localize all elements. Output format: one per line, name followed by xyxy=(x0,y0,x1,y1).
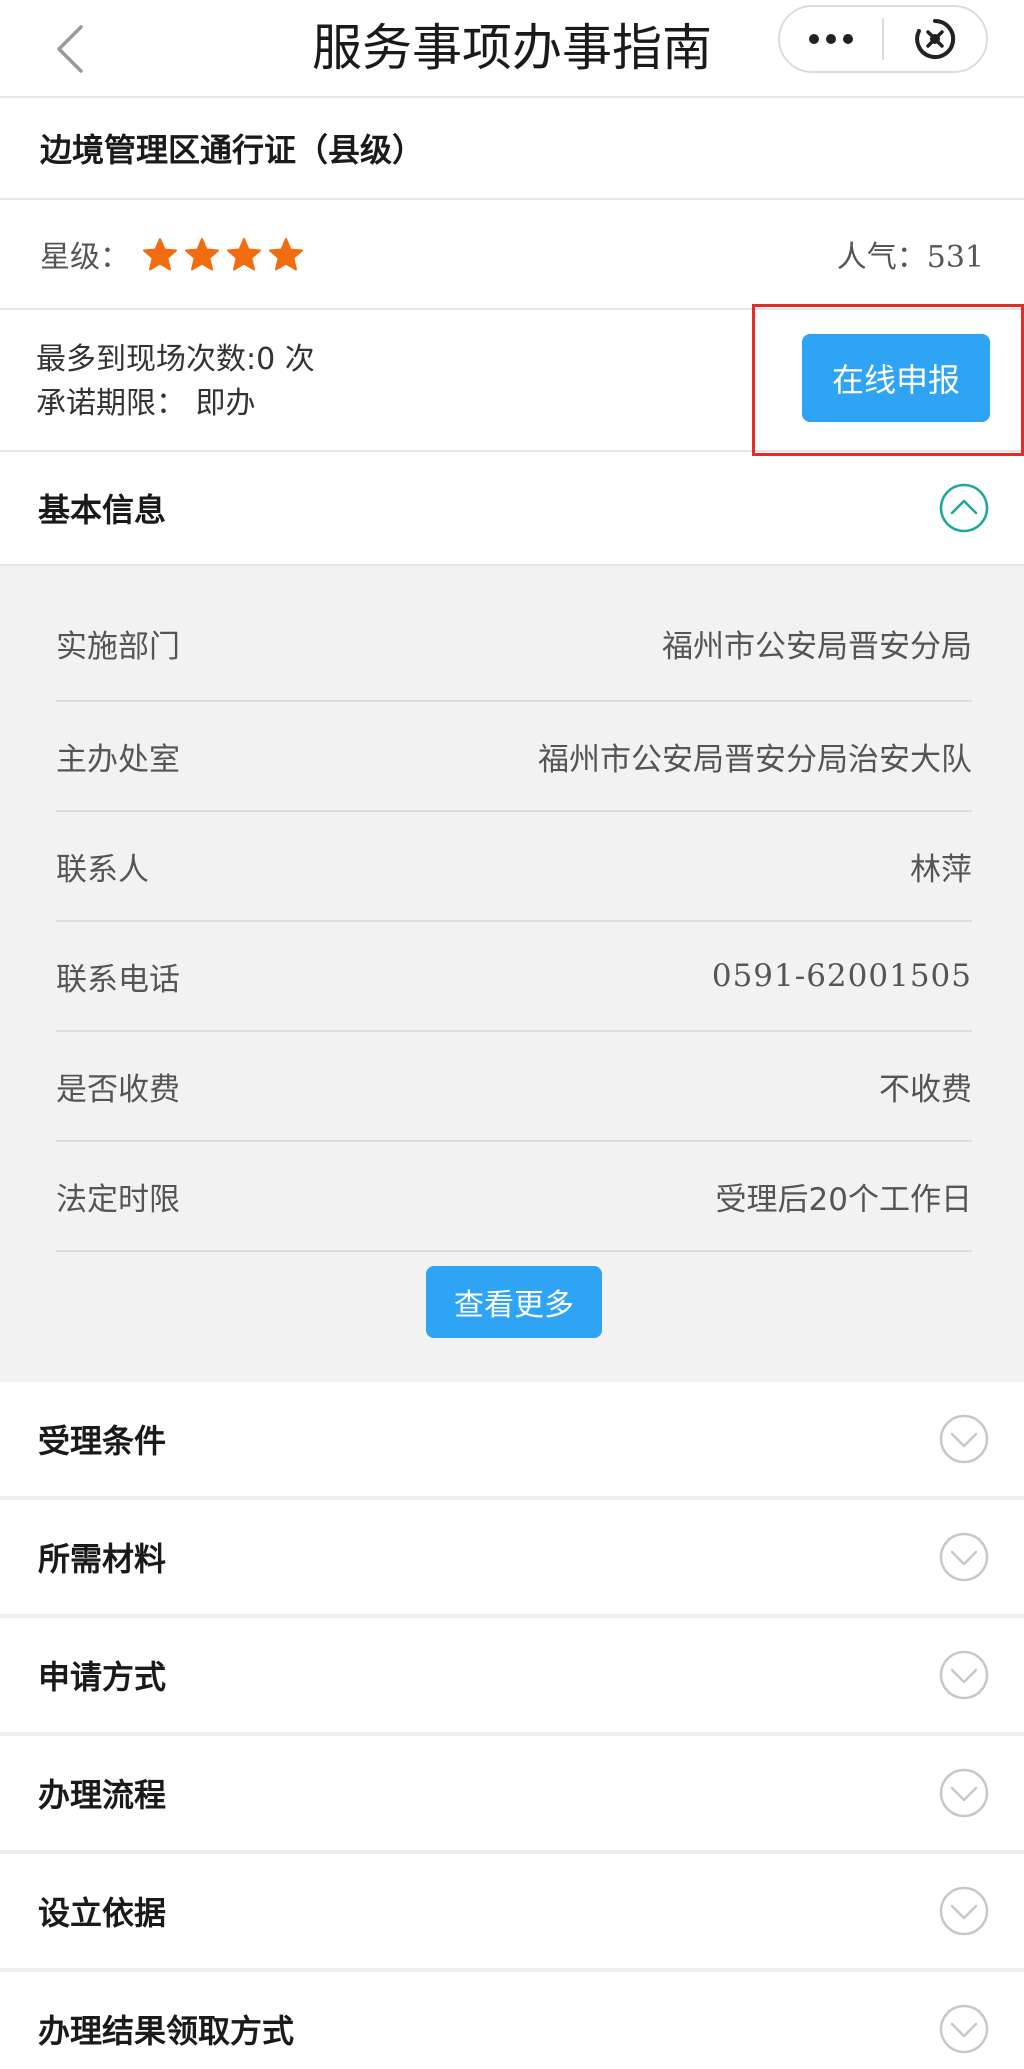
basic-info-panel: 实施部门 福州市公安局晋安分局主办处室 福州市公安局晋安分局治安大队联系人 林萍联系电… xyxy=(0,566,1024,1382)
visits-text: 最多到现场次数:0 次 承诺期限： 即办 xyxy=(36,338,315,426)
chevron-down-circle-icon xyxy=(939,1768,989,1818)
more-button[interactable] xyxy=(780,7,882,71)
info-value: 受理后20个工作日 xyxy=(715,1181,972,1218)
section-title: 基本信息 xyxy=(38,491,167,529)
basic-info-list: 实施部门 福州市公安局晋安分局主办处室 福州市公安局晋安分局治安大队联系人 林萍联系电… xyxy=(56,566,972,1252)
star-group xyxy=(142,237,304,271)
chevron-down-circle-icon xyxy=(939,2004,989,2054)
star-icon xyxy=(227,238,261,271)
navigation-bar: 服务事项办事指南 xyxy=(0,0,1024,98)
info-label: 实施部门 xyxy=(56,628,180,665)
chevron-down-circle-icon xyxy=(939,1650,989,1700)
view-more-button[interactable]: 查看更多 xyxy=(426,1266,602,1338)
chevron-down-circle-icon xyxy=(939,1414,989,1464)
max-visits: 最多到现场次数:0 次 xyxy=(36,342,315,377)
star-icon xyxy=(185,238,219,271)
section-header[interactable]: 设立依据 xyxy=(0,1854,1024,1972)
section-title: 受理条件 xyxy=(38,1422,167,1460)
info-row: 联系人 林萍 xyxy=(56,812,972,922)
popularity-label: 人气： xyxy=(836,240,927,275)
mini-program-capsule xyxy=(778,5,988,73)
info-label: 法定时限 xyxy=(56,1181,180,1218)
popularity-value: 531 xyxy=(926,240,984,275)
info-label: 主办处室 xyxy=(56,741,180,778)
chevron-down-circle-icon xyxy=(939,1532,989,1582)
info-value: 0591-62001505 xyxy=(711,958,972,994)
info-row: 是否收费 不收费 xyxy=(56,1032,972,1142)
section-title: 办理结果领取方式 xyxy=(38,2012,295,2050)
rating-row: 星级： 人气：531 xyxy=(0,200,1024,310)
star-label: 星级： xyxy=(40,240,130,275)
star-icon xyxy=(143,238,177,271)
visits-row: 最多到现场次数:0 次 承诺期限： 即办 在线申报 xyxy=(0,304,1024,456)
info-value: 林萍 xyxy=(910,851,972,888)
info-row: 法定时限 受理后20个工作日 xyxy=(56,1142,972,1252)
close-circle-icon xyxy=(915,18,956,59)
info-value: 不收费 xyxy=(879,1071,972,1108)
collapsed-sections: 受理条件所需材料申请方式办理流程设立依据办理结果领取方式 xyxy=(0,1382,1024,2069)
section-header[interactable]: 申请方式 xyxy=(0,1618,1024,1736)
info-label: 联系人 xyxy=(56,851,149,888)
item-title: 边境管理区通行证（县级） xyxy=(0,98,1024,200)
star-icon xyxy=(269,238,303,271)
popularity: 人气：531 xyxy=(837,232,984,276)
section-header[interactable]: 办理流程 xyxy=(0,1736,1024,1854)
chevron-down-circle-icon xyxy=(939,1886,989,1936)
info-row: 联系电话 0591-62001505 xyxy=(56,922,972,1032)
info-value: 福州市公安局晋安分局治安大队 xyxy=(538,741,972,778)
chevron-up-circle-icon xyxy=(939,483,989,533)
star-rating: 星级： xyxy=(40,232,304,276)
section-header[interactable]: 受理条件 xyxy=(0,1382,1024,1500)
chevron-left-icon xyxy=(57,25,83,73)
online-apply-button[interactable]: 在线申报 xyxy=(802,334,990,422)
section-header[interactable]: 所需材料 xyxy=(0,1500,1024,1618)
promise-deadline: 承诺期限： 即办 xyxy=(36,386,256,421)
info-row: 实施部门 福州市公安局晋安分局 xyxy=(56,566,972,702)
more-wrap: 查看更多 xyxy=(56,1252,972,1338)
section-basic-info[interactable]: 基本信息 xyxy=(0,452,1024,566)
section-title: 所需材料 xyxy=(38,1540,167,1578)
back-button[interactable] xyxy=(40,18,100,80)
section-title: 申请方式 xyxy=(38,1658,167,1696)
more-dots-icon xyxy=(809,34,853,44)
info-row: 主办处室 福州市公安局晋安分局治安大队 xyxy=(56,702,972,812)
info-label: 联系电话 xyxy=(56,961,180,998)
info-label: 是否收费 xyxy=(56,1071,180,1108)
section-title: 设立依据 xyxy=(38,1894,167,1932)
info-value: 福州市公安局晋安分局 xyxy=(662,628,972,665)
section-header[interactable]: 办理结果领取方式 xyxy=(0,1972,1024,2069)
close-button[interactable] xyxy=(884,7,986,71)
section-title: 办理流程 xyxy=(38,1776,167,1814)
